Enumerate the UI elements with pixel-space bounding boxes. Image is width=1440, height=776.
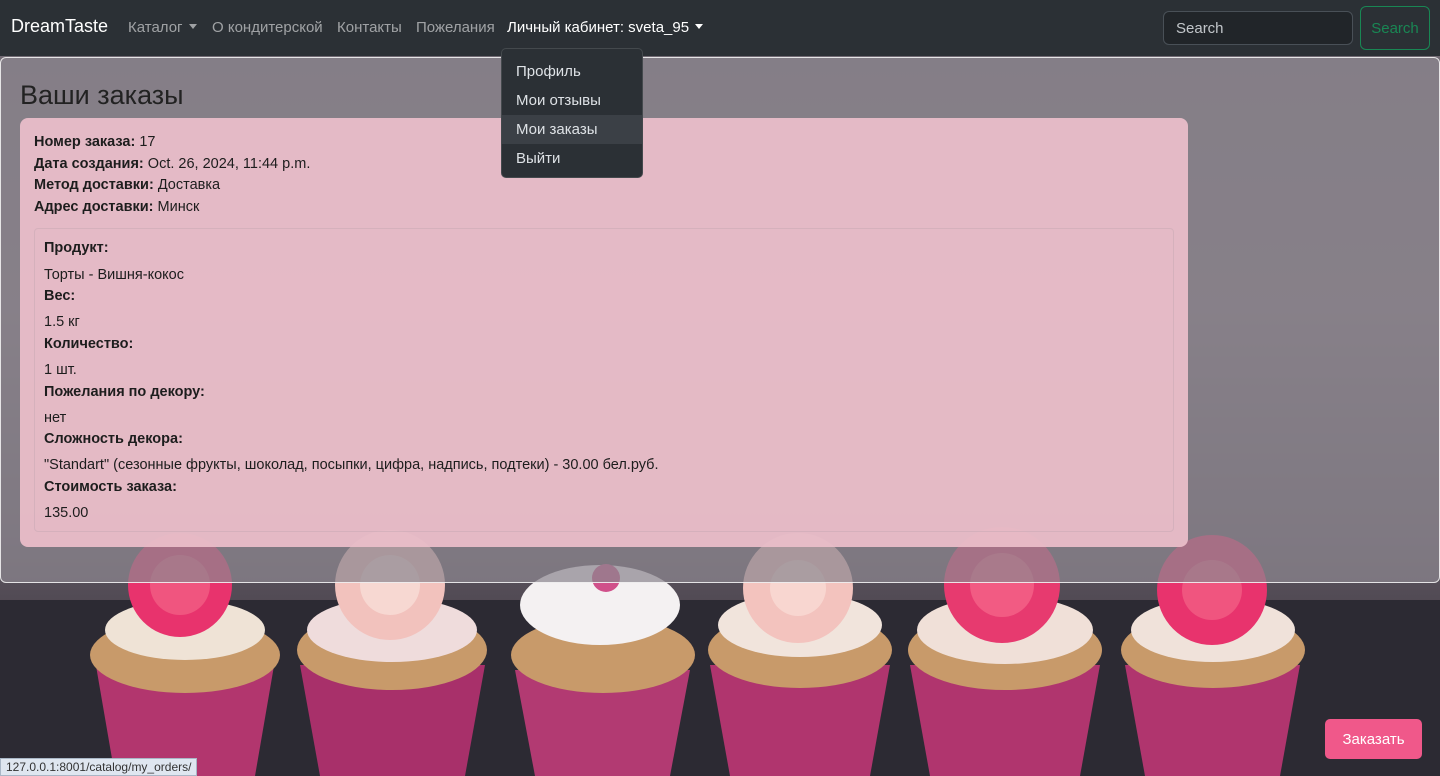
order-number-label: Номер заказа:: [34, 134, 136, 150]
order-delivery-address: Адрес доставки: Минск: [34, 199, 199, 215]
page-title: Ваши заказы: [20, 80, 184, 110]
navbar: DreamTaste Каталог О кондитерской Контак…: [0, 0, 1440, 56]
product-label: Продукт:: [44, 240, 109, 256]
quantity-value: 1 шт.: [44, 362, 77, 378]
brand-logo[interactable]: DreamTaste: [11, 16, 108, 37]
dropdown-item-logout[interactable]: Выйти: [502, 144, 642, 173]
delivery-address-label: Адрес доставки:: [34, 199, 154, 215]
order-button[interactable]: Заказать: [1325, 719, 1422, 759]
nav-wishes[interactable]: Пожелания: [416, 19, 495, 36]
weight-label: Вес:: [44, 288, 76, 304]
order-delivery-method: Метод доставки: Доставка: [34, 177, 220, 193]
nav-contacts[interactable]: Контакты: [337, 19, 402, 36]
search-button[interactable]: Search: [1360, 6, 1430, 50]
product-value: Торты - Вишня-кокос: [44, 267, 184, 283]
decor-wishes-label: Пожелания по декору:: [44, 384, 205, 400]
chevron-down-icon: [695, 24, 704, 29]
order-created-label: Дата создания:: [34, 156, 144, 172]
account-dropdown-menu: Профиль Мои отзывы Мои заказы Выйти: [501, 48, 643, 178]
delivery-method-label: Метод доставки:: [34, 177, 154, 193]
nav-catalog-label: Каталог: [128, 19, 183, 36]
order-item: Продукт: Торты - Вишня-кокос Вес: 1.5 кг…: [34, 228, 1174, 532]
order-created-value: Oct. 26, 2024, 11:44 p.m.: [147, 156, 311, 172]
chevron-down-icon: [188, 24, 197, 29]
quantity-label: Количество:: [44, 336, 134, 352]
delivery-method-value: Доставка: [157, 177, 221, 193]
orders-panel: Ваши заказы Номер заказа: 17 Дата создан…: [0, 57, 1440, 583]
decor-complexity-value: "Standart" (сезонные фрукты, шоколад, по…: [44, 457, 659, 473]
order-number-value: 17: [139, 134, 156, 150]
order-cost-label: Стоимость заказа:: [44, 479, 177, 495]
search-input[interactable]: [1163, 11, 1353, 45]
status-bar-url: 127.0.0.1:8001/catalog/my_orders/: [0, 758, 198, 776]
order-card: Номер заказа: 17 Дата создания: Oct. 26,…: [20, 118, 1188, 547]
dropdown-item-my-reviews[interactable]: Мои отзывы: [502, 86, 642, 115]
dropdown-item-profile[interactable]: Профиль: [502, 57, 642, 86]
nav-account-dropdown[interactable]: Личный кабинет: sveta_95: [507, 19, 704, 36]
nav-catalog-dropdown[interactable]: Каталог: [128, 19, 197, 36]
decor-wishes-value: нет: [44, 410, 67, 426]
order-number: Номер заказа: 17: [34, 134, 155, 150]
decor-complexity-label: Сложность декора:: [44, 431, 183, 447]
delivery-address-value: Минск: [157, 199, 200, 215]
nav-account-label: Личный кабинет: sveta_95: [507, 19, 690, 36]
order-created: Дата создания: Oct. 26, 2024, 11:44 p.m.: [34, 156, 310, 172]
weight-value: 1.5 кг: [44, 314, 80, 330]
nav-about[interactable]: О кондитерской: [212, 19, 323, 36]
order-cost-value: 135.00: [44, 505, 89, 521]
dropdown-item-my-orders[interactable]: Мои заказы: [502, 115, 642, 144]
